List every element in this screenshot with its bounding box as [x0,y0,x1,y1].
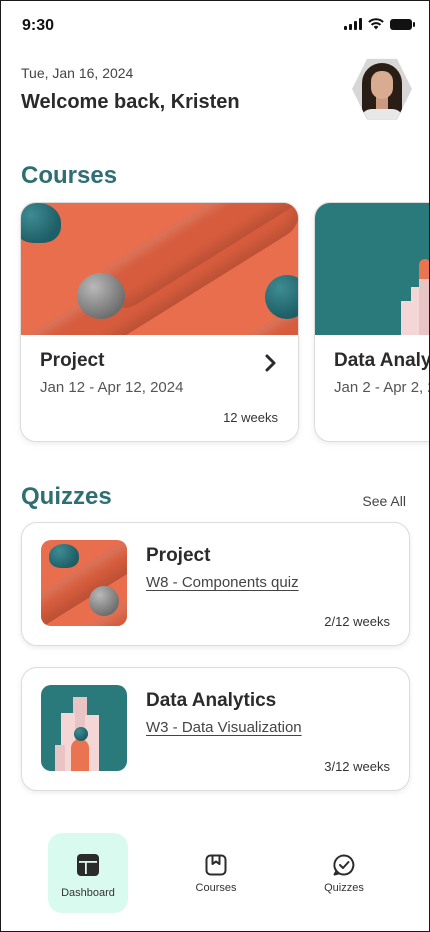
quiz-progress: 2/12 weeks [324,614,390,629]
quizzes-section-title: Quizzes [21,483,112,510]
quizzes-icon [333,854,355,876]
course-dates: Jan 12 - Apr 12, 2024 [40,379,184,396]
course-title: Project [40,350,105,371]
nav-label: Courses [195,882,237,894]
course-image [315,203,429,335]
status-icons [344,18,415,30]
current-date: Tue, Jan 16, 2024 [21,65,134,81]
course-dates: Jan 2 - Apr 2, 2024 [334,379,429,396]
course-title: Data Analytics [334,350,429,371]
quiz-link[interactable]: W3 - Data Visualization [146,719,302,736]
signal-icon [344,18,362,30]
battery-icon [390,18,415,30]
avatar[interactable] [352,58,412,120]
status-time: 9:30 [22,17,55,34]
quiz-thumbnail [41,685,127,771]
course-card-data-analytics[interactable]: Data Analytics Jan 2 - Apr 2, 2024 [314,202,429,442]
courses-icon [205,854,227,876]
nav-item-quizzes[interactable]: Quizzes [304,833,384,913]
quiz-progress: 3/12 weeks [324,759,390,774]
nav-label: Dashboard [61,887,115,899]
course-duration: 12 weeks [223,410,278,425]
quiz-link[interactable]: W8 - Components quiz [146,574,299,591]
nav-label: Quizzes [324,882,364,894]
quiz-card-data-analytics[interactable]: Data Analytics W3 - Data Visualization 3… [21,667,410,791]
nav-item-dashboard[interactable]: Dashboard [48,833,128,913]
wifi-icon [368,18,384,30]
quiz-thumbnail [41,540,127,626]
quiz-course-title: Data Analytics [146,690,277,711]
bottom-nav: Dashboard Courses Quizzes [1,826,429,926]
welcome-message: Welcome back, Kristen [21,91,240,113]
course-image [21,203,298,335]
chevron-right-icon[interactable] [263,353,279,373]
courses-section-title: Courses [21,162,118,189]
app-screen: 9:30 Tue, Jan 16, 2024 Welcome back, Kri… [0,0,430,932]
quiz-card-project[interactable]: Project W8 - Components quiz 2/12 weeks [21,522,410,646]
dashboard-icon [77,854,99,876]
status-bar: 9:30 [1,1,429,51]
nav-item-courses[interactable]: Courses [176,833,256,913]
see-all-link[interactable]: See All [362,493,406,509]
course-card-project[interactable]: Project Jan 12 - Apr 12, 2024 12 weeks [20,202,299,442]
quiz-course-title: Project [146,545,211,566]
